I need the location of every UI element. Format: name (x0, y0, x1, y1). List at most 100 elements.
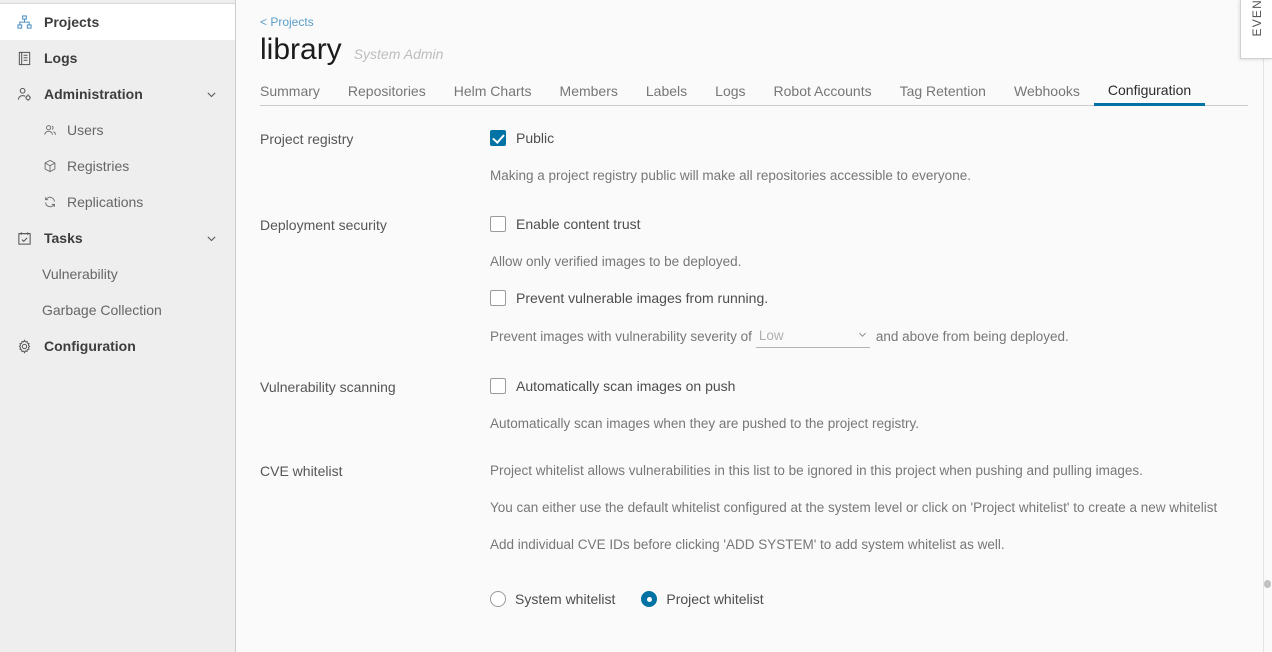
spacer (260, 434, 1248, 460)
sidebar-item-administration[interactable]: Administration (0, 76, 235, 112)
sidebar-item-projects[interactable]: Projects (0, 4, 235, 40)
logs-icon (16, 50, 33, 67)
chevron-down-icon (857, 329, 870, 343)
project-whitelist-radio[interactable] (641, 591, 657, 607)
public-checkbox[interactable] (490, 130, 506, 146)
cve-whitelist-para-3: Add individual CVE IDs before clicking '… (490, 534, 1220, 555)
tab-summary[interactable]: Summary (260, 82, 334, 106)
content-trust-checkbox-label[interactable]: Enable content trust (516, 215, 641, 233)
system-whitelist-radio-label[interactable]: System whitelist (515, 591, 615, 607)
sidebar-item-replications[interactable]: Replications (0, 184, 235, 220)
auto-scan-checkbox[interactable] (490, 378, 506, 394)
spacer (490, 272, 1248, 288)
configuration-form: Project registry Public Making a project… (260, 128, 1248, 607)
system-whitelist-radio[interactable] (490, 591, 506, 607)
configuration-icon (16, 338, 33, 355)
tab-configuration[interactable]: Configuration (1094, 81, 1205, 106)
prevent-vulnerable-checkbox-label[interactable]: Prevent vulnerable images from running. (516, 289, 768, 307)
main-inner: < Projects library System Admin Summary … (236, 0, 1272, 652)
severity-select[interactable]: Low (756, 324, 870, 348)
events-flyout-label: EVEN (1250, 0, 1264, 42)
sidebar-item-label: Configuration (44, 338, 235, 354)
body-cve-whitelist: Project whitelist allows vulnerabilities… (490, 460, 1248, 607)
project-registry-help: Making a project registry public will ma… (490, 166, 1248, 186)
sidebar-item-logs[interactable]: Logs (0, 40, 235, 76)
sidebar-item-registries[interactable]: Registries (0, 148, 235, 184)
chevron-down-icon[interactable] (199, 88, 223, 101)
page-header: library System Admin (260, 33, 1248, 67)
body-deployment-security: Enable content trust Allow only verified… (490, 214, 1248, 348)
chevron-down-icon[interactable] (199, 232, 223, 245)
spacer (490, 148, 1248, 166)
cve-whitelist-para-1: Project whitelist allows vulnerabilities… (490, 460, 1220, 481)
tab-helm-charts[interactable]: Helm Charts (440, 82, 546, 106)
cve-whitelist-radio-group: System whitelist Project whitelist (490, 591, 1248, 607)
sidebar-item-label: Vulnerability (42, 266, 235, 282)
sidebar-item-label: Garbage Collection (42, 302, 235, 318)
content-trust-help: Allow only verified images to be deploye… (490, 252, 1248, 272)
cve-whitelist-para-2: You can either use the default whitelist… (490, 497, 1220, 518)
scrollbar-thumb[interactable] (1264, 580, 1271, 588)
severity-select-row: Prevent images with vulnerability severi… (490, 324, 1248, 348)
body-vulnerability-scanning: Automatically scan images on push Automa… (490, 376, 1248, 434)
form-row-cve-whitelist: CVE whitelist Project whitelist allows v… (260, 460, 1248, 607)
spacer (490, 308, 1248, 324)
sidebar-item-vulnerability[interactable]: Vulnerability (0, 256, 235, 292)
administration-icon (16, 86, 33, 103)
tab-logs[interactable]: Logs (701, 82, 759, 106)
users-icon (42, 122, 58, 138)
auto-scan-checkbox-row[interactable]: Automatically scan images on push (490, 376, 1248, 396)
sidebar-item-configuration[interactable]: Configuration (0, 328, 235, 364)
sidebar-item-label: Users (67, 122, 235, 138)
sidebar-item-label: Logs (44, 50, 235, 66)
public-checkbox-label[interactable]: Public (516, 129, 554, 147)
form-row-vulnerability-scanning: Vulnerability scanning Automatically sca… (260, 376, 1248, 434)
tab-tag-retention[interactable]: Tag Retention (886, 82, 1000, 106)
spacer (260, 186, 1248, 214)
sidebar: Projects Logs Administrati (0, 0, 236, 652)
sidebar-item-garbage-collection[interactable]: Garbage Collection (0, 292, 235, 328)
sidebar-item-users[interactable]: Users (0, 112, 235, 148)
spacer (490, 481, 1248, 497)
tab-members[interactable]: Members (546, 82, 632, 106)
auto-scan-checkbox-label[interactable]: Automatically scan images on push (516, 377, 735, 395)
label-project-registry: Project registry (260, 128, 490, 149)
events-flyout-tab[interactable]: EVEN (1240, 0, 1272, 59)
tab-repositories[interactable]: Repositories (334, 82, 440, 106)
registries-icon (42, 158, 58, 174)
sidebar-item-label: Replications (67, 194, 235, 210)
body-project-registry: Public Making a project registry public … (490, 128, 1248, 186)
projects-icon (16, 14, 33, 31)
label-vulnerability-scanning: Vulnerability scanning (260, 376, 490, 397)
replications-icon (42, 194, 58, 210)
project-whitelist-radio-label[interactable]: Project whitelist (666, 591, 763, 607)
page-title: library (260, 33, 342, 67)
content-trust-checkbox-row[interactable]: Enable content trust (490, 214, 1248, 234)
prevent-vulnerable-checkbox-row[interactable]: Prevent vulnerable images from running. (490, 288, 1248, 308)
spacer (490, 555, 1248, 591)
sidebar-item-label: Tasks (44, 230, 199, 246)
vertical-scrollbar[interactable] (1263, 0, 1272, 652)
sidebar-item-label: Administration (44, 86, 199, 102)
severity-suffix-text: and above from being deployed. (876, 329, 1069, 344)
severity-prefix-text: Prevent images with vulnerability severi… (490, 329, 752, 344)
vulnerability-scanning-help: Automatically scan images when they are … (490, 414, 1248, 434)
spacer (490, 518, 1248, 534)
severity-select-value: Low (756, 328, 857, 343)
prevent-vulnerable-checkbox[interactable] (490, 290, 506, 306)
tasks-icon (16, 230, 33, 247)
label-cve-whitelist: CVE whitelist (260, 460, 490, 481)
spacer (490, 396, 1248, 414)
form-row-project-registry: Project registry Public Making a project… (260, 128, 1248, 186)
sidebar-item-tasks[interactable]: Tasks (0, 220, 235, 256)
public-checkbox-row[interactable]: Public (490, 128, 1248, 148)
spacer (260, 348, 1248, 376)
form-row-deployment-security: Deployment security Enable content trust… (260, 214, 1248, 348)
content-trust-checkbox[interactable] (490, 216, 506, 232)
tab-webhooks[interactable]: Webhooks (1000, 82, 1094, 106)
tab-robot-accounts[interactable]: Robot Accounts (760, 82, 886, 106)
main-content: EVEN < Projects library System Admin Sum… (236, 0, 1272, 652)
breadcrumb-projects-link[interactable]: < Projects (260, 0, 314, 30)
tab-labels[interactable]: Labels (632, 82, 701, 106)
spacer (490, 234, 1248, 252)
